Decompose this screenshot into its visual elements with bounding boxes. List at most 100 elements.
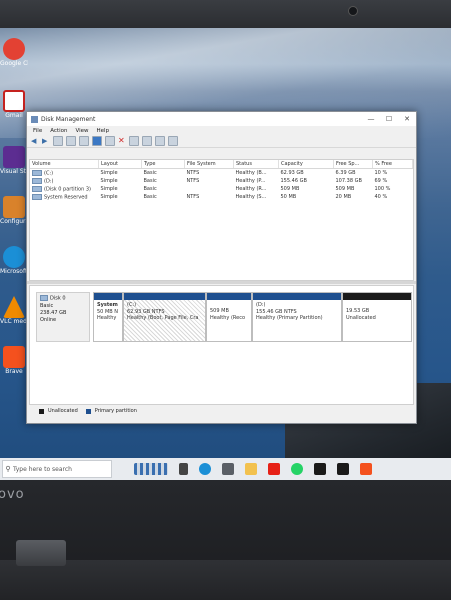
- partition-bar: [94, 293, 122, 300]
- layout-cell: Simple: [100, 170, 118, 176]
- menu-help[interactable]: Help: [97, 128, 110, 134]
- file-system-cell: NTFS: [186, 178, 200, 184]
- partition-system-reserved[interactable]: System 50 MB N Healthy: [93, 292, 123, 342]
- menu-action[interactable]: Action: [50, 128, 67, 134]
- check-icon[interactable]: [129, 136, 139, 146]
- partition-name: System: [97, 302, 118, 308]
- brave-icon: [3, 346, 25, 368]
- col-layout[interactable]: Layout: [98, 160, 142, 169]
- laptop-bezel-top: [0, 0, 451, 30]
- desktop-icon-config[interactable]: Configurati: [0, 196, 28, 225]
- table-row[interactable]: (C:) Simple Basic NTFS Healthy (B... 62.…: [30, 169, 413, 178]
- volume-cell: System Reserved: [30, 193, 99, 201]
- desktop-icon-vlc[interactable]: VLC media player: [0, 296, 28, 325]
- youtube-icon[interactable]: [268, 463, 280, 475]
- volume-table-header: Volume Layout Type File System Status Ca…: [30, 160, 413, 169]
- status-cell: Healthy (P...: [235, 178, 266, 184]
- volume-cell: (D:): [30, 177, 99, 185]
- partition-status: Healthy (Boot, Page File, Cra: [127, 315, 199, 321]
- desktop-icon-brave[interactable]: Brave: [0, 346, 28, 375]
- layout-cell: Simple: [100, 186, 118, 192]
- volume-name: (C:): [44, 170, 54, 177]
- change-letter-icon[interactable]: [168, 136, 178, 146]
- close-button[interactable]: ✕: [398, 115, 416, 123]
- edge-icon[interactable]: [199, 463, 211, 475]
- disk-name: Disk 0: [40, 295, 86, 303]
- partition-status: Healthy (Reco: [210, 314, 246, 321]
- delete-icon[interactable]: ✕: [118, 137, 126, 145]
- search-icon[interactable]: [142, 136, 152, 146]
- col-free-space[interactable]: Free Sp...: [333, 160, 373, 169]
- partition-c[interactable]: (C:) 62.93 GB NTFS Healthy (Boot, Page F…: [123, 292, 206, 342]
- menu-bar: File Action View Help: [27, 126, 416, 135]
- table-row[interactable]: (D:) Simple Basic NTFS Healthy (P... 155…: [30, 177, 413, 185]
- col-status[interactable]: Status: [233, 160, 279, 169]
- disk-0-info[interactable]: Disk 0 Basic 238.47 GB Online: [36, 292, 90, 342]
- volume-name: (Disk 0 partition 3): [44, 186, 91, 193]
- menu-view[interactable]: View: [75, 128, 88, 134]
- list-view-icon[interactable]: [53, 136, 63, 146]
- status-cell: Healthy (B...: [235, 170, 267, 176]
- vlc-icon: [3, 296, 25, 318]
- app-icon[interactable]: [314, 463, 326, 475]
- partition-status: Healthy (Primary Partition): [256, 315, 323, 321]
- partition-bar: [253, 293, 341, 300]
- disk-view-icon[interactable]: [79, 136, 89, 146]
- partition-recovery[interactable]: 509 MB Healthy (Reco: [206, 292, 252, 342]
- col-percent-free[interactable]: % Free: [372, 160, 413, 169]
- col-volume[interactable]: Volume: [30, 160, 99, 169]
- properties-icon[interactable]: [66, 136, 76, 146]
- store-icon[interactable]: [222, 463, 234, 475]
- legend-primary: Primary partition: [94, 408, 137, 414]
- laptop-base: [0, 560, 451, 600]
- format-icon[interactable]: [155, 136, 165, 146]
- partition-unallocated[interactable]: 19.53 GB Unallocated: [342, 292, 412, 342]
- col-capacity[interactable]: Capacity: [278, 160, 334, 169]
- minimize-button[interactable]: —: [362, 115, 380, 123]
- visual-studio-icon: [3, 146, 25, 168]
- type-cell: Basic: [143, 186, 157, 192]
- col-file-system[interactable]: File System: [184, 160, 234, 169]
- help-icon[interactable]: [92, 136, 102, 146]
- primary-swatch: [85, 408, 91, 414]
- desktop-icon-edge[interactable]: Microsoft Edge: [0, 246, 28, 275]
- window-title: Disk Management: [41, 115, 96, 123]
- col-type[interactable]: Type: [141, 160, 185, 169]
- volume-table: Volume Layout Type File System Status Ca…: [30, 160, 413, 201]
- taskbar-search[interactable]: ⚲ Type here to search: [2, 460, 112, 478]
- partition-d[interactable]: (D:) 155.46 GB NTFS Healthy (Primary Par…: [252, 292, 342, 342]
- file-explorer-icon[interactable]: [179, 463, 188, 475]
- table-row[interactable]: (Disk 0 partition 3) Simple Basic Health…: [30, 185, 413, 193]
- desktop-icon-label: Visual Stu 2010: [0, 168, 28, 175]
- layout-cell: Simple: [100, 178, 118, 184]
- desktop: Google Chr Gmail Visual Stu 2010 Configu…: [0, 28, 451, 480]
- picsart-icon[interactable]: [337, 463, 349, 475]
- desktop-icon-label: Google Chr: [0, 60, 28, 67]
- disk-size: 238.47 GB: [40, 309, 67, 316]
- whatsapp-icon[interactable]: [291, 463, 303, 475]
- disk-graphical-view: Disk 0 Basic 238.47 GB Online System 50 …: [29, 285, 414, 405]
- forward-icon[interactable]: ▶: [42, 137, 50, 145]
- taskview-icon[interactable]: [134, 463, 168, 475]
- settings-icon[interactable]: [105, 136, 115, 146]
- volume-cell: (Disk 0 partition 3): [30, 185, 99, 193]
- desktop-icon-chrome[interactable]: Google Chr: [0, 38, 28, 67]
- percent-free-cell: 40 %: [374, 194, 388, 200]
- menu-file[interactable]: File: [33, 128, 42, 134]
- pane-splitter[interactable]: [27, 281, 416, 284]
- percent-free-cell: 10 %: [374, 170, 388, 176]
- folder-icon[interactable]: [245, 463, 257, 475]
- table-row[interactable]: System Reserved Simple Basic NTFS Health…: [30, 193, 413, 201]
- volume-cell: (C:): [30, 169, 99, 178]
- desktop-icon-visual-studio[interactable]: Visual Stu 2010: [0, 146, 28, 175]
- free-space-cell: 6.39 GB: [335, 170, 356, 176]
- maximize-button[interactable]: ☐: [380, 115, 398, 123]
- chrome-icon: [3, 38, 25, 60]
- back-icon[interactable]: ◀: [31, 137, 39, 145]
- partition-bar: [343, 293, 411, 300]
- volume-icon: [32, 169, 42, 176]
- type-cell: Basic: [143, 194, 157, 200]
- title-bar[interactable]: Disk Management — ☐ ✕: [27, 112, 416, 126]
- desktop-icon-gmail[interactable]: Gmail: [0, 90, 28, 119]
- brave-icon[interactable]: [360, 463, 372, 475]
